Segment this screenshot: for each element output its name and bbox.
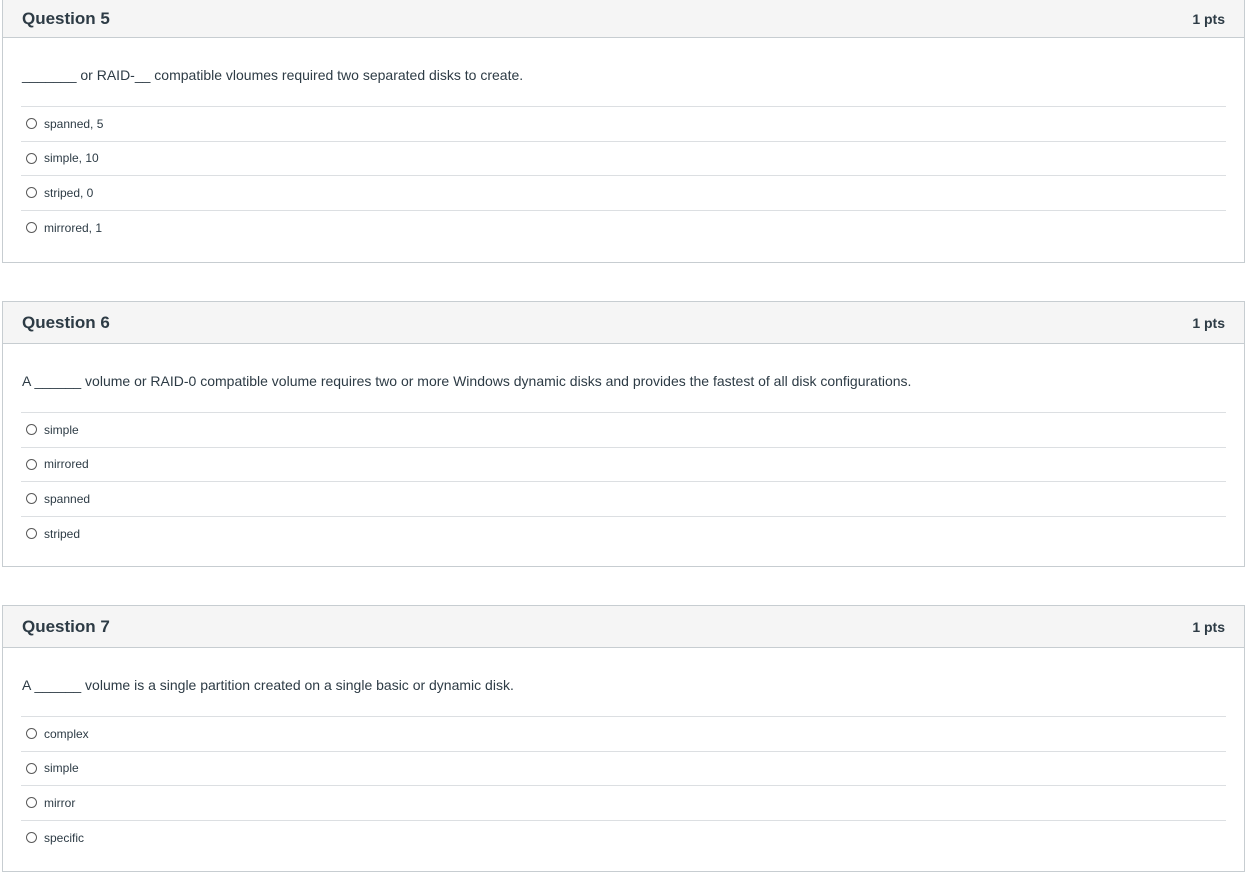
answer-label: complex — [44, 726, 89, 741]
answer-option[interactable]: spanned, 5 — [21, 107, 1226, 142]
answer-label: simple, 10 — [44, 151, 99, 166]
answer-label: specific — [44, 830, 85, 845]
answer-option[interactable]: striped, 0 — [21, 176, 1226, 211]
answer-option[interactable]: mirrored, 1 — [21, 211, 1226, 246]
radio-button[interactable] — [26, 762, 37, 774]
answer-label: simple — [44, 422, 79, 437]
question-text: _______ or RAID-__ compatible vloumes re… — [21, 38, 1226, 107]
answer-option[interactable]: striped — [21, 517, 1226, 552]
question-6-card: Question 6 1 pts A ______ volume or RAID… — [2, 301, 1245, 567]
radio-button[interactable] — [26, 118, 37, 130]
answer-option[interactable]: mirror — [21, 786, 1226, 821]
question-7-card: Question 7 1 pts A ______ volume is a si… — [2, 605, 1245, 872]
answer-option[interactable]: simple, 10 — [21, 142, 1226, 176]
radio-button[interactable] — [26, 424, 37, 436]
question-points: 1 pts — [1192, 314, 1225, 331]
radio-button[interactable] — [26, 797, 37, 809]
answer-option[interactable]: mirrored — [21, 448, 1226, 482]
radio-button[interactable] — [26, 832, 37, 844]
answer-label: spanned, 5 — [44, 116, 104, 131]
question-title: Question 7 — [22, 616, 110, 636]
answer-option[interactable]: complex — [21, 717, 1226, 752]
radio-button[interactable] — [26, 152, 37, 164]
answer-option[interactable]: spanned — [21, 482, 1226, 517]
radio-button[interactable] — [26, 222, 37, 234]
radio-button[interactable] — [26, 187, 37, 199]
answer-list: spanned, 5 simple, 10 striped, 0 mirrore… — [21, 107, 1226, 245]
answer-label: striped, 0 — [44, 185, 94, 200]
answer-label: striped — [44, 526, 81, 541]
question-points: 1 pts — [1192, 10, 1225, 27]
answer-list: complex simple mirror specific — [21, 717, 1226, 855]
radio-button[interactable] — [26, 493, 37, 505]
question-header: Question 5 1 pts — [3, 0, 1244, 38]
answer-label: simple — [44, 761, 79, 776]
answer-option[interactable]: specific — [21, 821, 1226, 856]
answer-label: mirrored, 1 — [44, 220, 103, 235]
question-header: Question 7 1 pts — [3, 606, 1244, 648]
question-title: Question 6 — [22, 312, 110, 332]
question-text: A ______ volume or RAID-0 compatible vol… — [21, 344, 1226, 413]
radio-button[interactable] — [26, 528, 37, 540]
question-5-card: Question 5 1 pts _______ or RAID-__ comp… — [2, 0, 1245, 263]
answer-label: mirrored — [44, 457, 89, 472]
radio-button[interactable] — [26, 728, 37, 740]
answer-option[interactable]: simple — [21, 413, 1226, 448]
question-text: A ______ volume is a single partition cr… — [21, 648, 1226, 717]
answer-label: mirror — [44, 795, 76, 810]
radio-button[interactable] — [26, 458, 37, 470]
question-title: Question 5 — [22, 8, 110, 28]
question-points: 1 pts — [1192, 618, 1225, 635]
question-header: Question 6 1 pts — [3, 302, 1244, 344]
answer-option[interactable]: simple — [21, 752, 1226, 786]
answer-label: spanned — [44, 491, 91, 506]
answer-list: simple mirrored spanned striped — [21, 413, 1226, 551]
